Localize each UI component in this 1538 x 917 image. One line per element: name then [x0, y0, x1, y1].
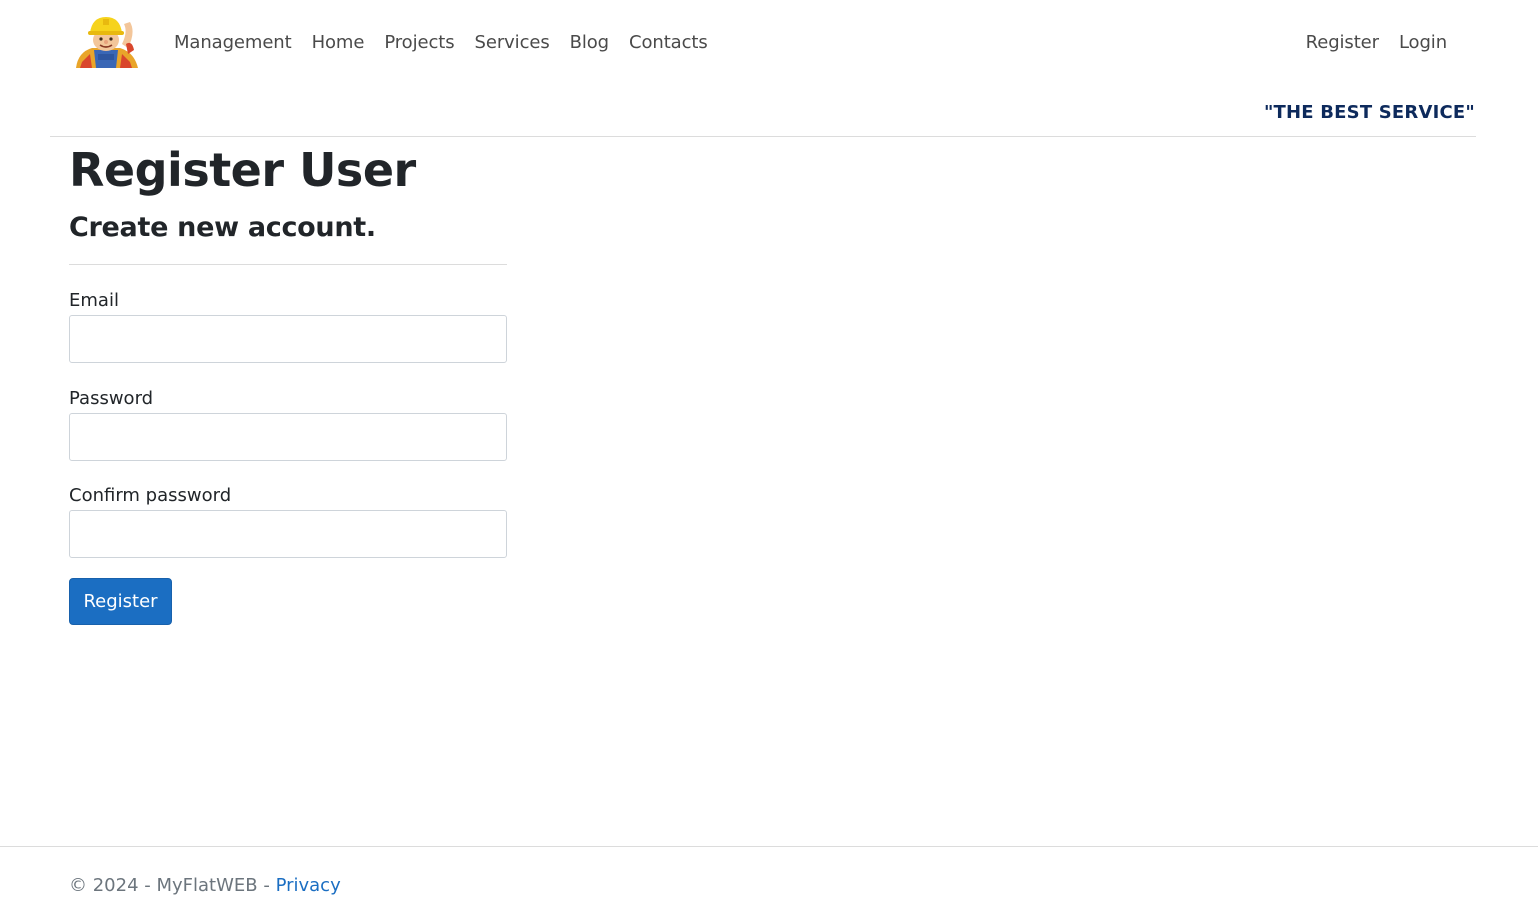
form-divider [69, 264, 507, 265]
nav-link-home[interactable]: Home [302, 28, 375, 58]
main-nav: Management Home Projects Services Blog C… [164, 28, 718, 58]
nav-link-blog[interactable]: Blog [560, 28, 619, 58]
password-field[interactable] [69, 413, 507, 461]
footer-divider [0, 846, 1538, 847]
auth-nav: Register Login [1296, 28, 1457, 58]
brand-logo-link[interactable] [68, 14, 144, 68]
footer: © 2024 - MyFlatWEB - Privacy [69, 872, 341, 900]
page-subtitle: Create new account. [69, 212, 376, 243]
navbar: Management Home Projects Services Blog C… [0, 0, 1538, 88]
builder-mascot-logo-icon [76, 17, 138, 68]
slogan-text: "THE BEST SERVICE" [1263, 102, 1475, 123]
privacy-link[interactable]: Privacy [276, 875, 341, 896]
confirm-password-field[interactable] [69, 510, 507, 558]
nav-link-management[interactable]: Management [164, 28, 302, 58]
email-label: Email [69, 290, 119, 311]
nav-link-services[interactable]: Services [465, 28, 560, 58]
email-field[interactable] [69, 315, 507, 363]
confirm-password-label: Confirm password [69, 485, 232, 506]
nav-link-login[interactable]: Login [1389, 28, 1457, 58]
footer-copyright: © 2024 - MyFlatWEB - [69, 875, 276, 896]
header-divider [50, 136, 1476, 137]
nav-link-contacts[interactable]: Contacts [619, 28, 718, 58]
nav-link-register[interactable]: Register [1296, 28, 1389, 58]
password-label: Password [69, 388, 154, 409]
nav-link-projects[interactable]: Projects [374, 28, 464, 58]
register-button[interactable]: Register [69, 578, 172, 625]
page-title: Register User [69, 143, 416, 197]
